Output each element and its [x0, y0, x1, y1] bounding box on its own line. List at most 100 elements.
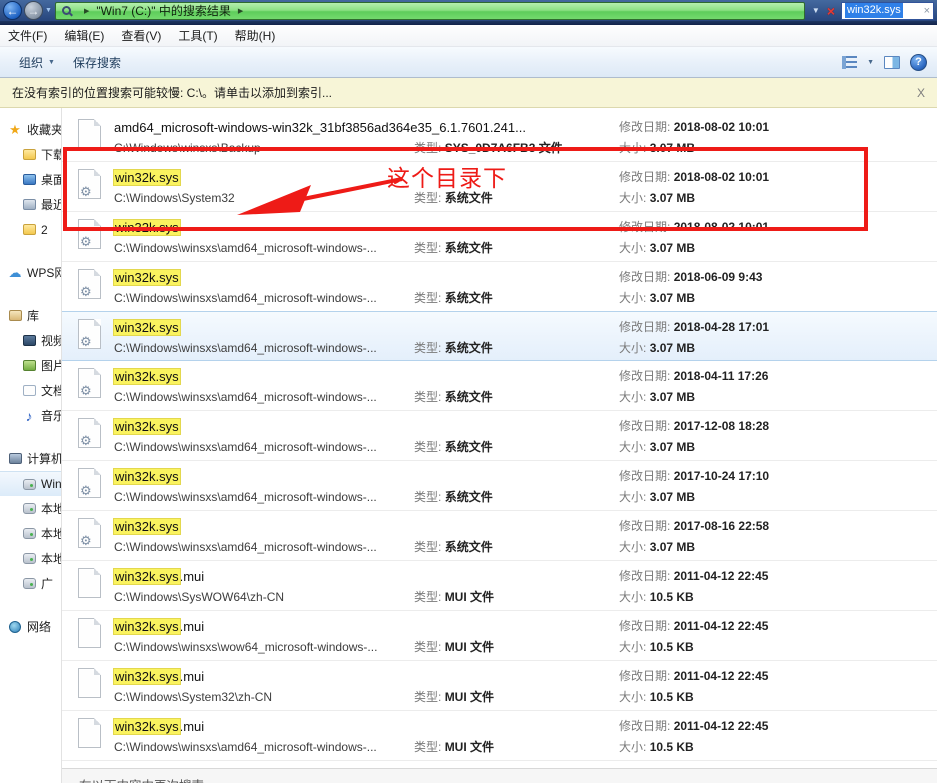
organize-button[interactable]: 组织 ▼ — [10, 50, 64, 75]
table-row[interactable]: win32k.sys.mui C:\Windows\winsxs\amd64_m… — [62, 711, 937, 761]
file-icon-cell: ⚙ — [78, 267, 114, 311]
back-button[interactable]: ← — [3, 1, 22, 20]
size-label: 大小: — [619, 590, 646, 604]
table-row[interactable]: ⚙ win32k.sys C:\Windows\winsxs\amd64_mic… — [62, 262, 937, 312]
table-row[interactable]: ⚙ win32k.sys C:\Windows\winsxs\amd64_mic… — [62, 212, 937, 262]
file-path: C:\Windows\winsxs\amd64_microsoft-window… — [114, 338, 414, 358]
sidebar-item[interactable]: 广 — [0, 571, 61, 596]
file-name-highlight: win32k.sys — [114, 719, 180, 734]
date-label: 修改日期: — [619, 619, 670, 633]
sidebar-item[interactable]: 库 — [0, 303, 61, 328]
file-type-cell: 类型: MUI 文件 — [414, 616, 619, 660]
sidebar-item[interactable]: 文档 — [0, 378, 61, 403]
command-toolbar: 组织 ▼ 保存搜索 ▼ ? — [0, 47, 937, 78]
close-icon[interactable]: X — [917, 86, 925, 100]
clear-search-icon[interactable]: × — [924, 5, 930, 17]
forward-button[interactable]: → — [24, 1, 43, 20]
cloud-icon: ☁ — [8, 266, 22, 280]
table-row[interactable]: win32k.sys.mui C:\Windows\SysWOW64\zh-CN… — [62, 561, 937, 611]
type-label: 类型: — [414, 191, 441, 205]
views-caret-icon[interactable]: ▼ — [867, 59, 874, 66]
save-search-button[interactable]: 保存搜索 — [64, 50, 130, 75]
file-icon-cell: ⚙ — [78, 516, 114, 560]
back-icon: ← — [7, 4, 19, 18]
type-value: MUI 文件 — [445, 640, 494, 654]
sidebar-item[interactable]: 本地磁盘 — [0, 496, 61, 521]
preview-pane-icon[interactable] — [884, 56, 900, 69]
sidebar-item[interactable]: 图片 — [0, 353, 61, 378]
date-value: 2018-08-02 10:01 — [674, 220, 769, 234]
file-name: win32k.sys — [114, 217, 414, 238]
sidebar-item[interactable]: ★收藏夹 — [0, 117, 61, 142]
table-row[interactable]: win32k.sys.mui C:\Windows\System32\zh-CN… — [62, 661, 937, 711]
size-label: 大小: — [619, 141, 646, 155]
file-name-highlight: win32k.sys — [114, 320, 180, 335]
size-value: 3.07 MB — [650, 291, 695, 305]
table-row[interactable]: ⚙ win32k.sys C:\Windows\winsxs\amd64_mic… — [62, 311, 937, 361]
search-input[interactable]: win32k.sys × — [841, 2, 934, 20]
size-value: 3.07 MB — [650, 440, 695, 454]
size-label: 大小: — [619, 690, 646, 704]
file-type-cell: 类型: MUI 文件 — [414, 666, 619, 710]
menu-item[interactable]: 查看(V) — [121, 27, 161, 44]
sidebar-item-label: 下载 — [41, 146, 61, 163]
table-row[interactable]: amd64_microsoft-windows-win32k_31bf3856a… — [62, 112, 937, 162]
breadcrumb[interactable]: "Win7 (C:)" 中的搜索结果 — [96, 2, 231, 19]
sidebar-item[interactable]: 计算机 — [0, 446, 61, 471]
table-row[interactable]: ⚙ win32k.sys C:\Windows\winsxs\amd64_mic… — [62, 361, 937, 411]
file-type-cell: 类型: 系统文件 — [414, 466, 619, 510]
sidebar-item[interactable]: 网络 — [0, 614, 61, 639]
gear-icon: ⚙ — [80, 335, 92, 348]
sidebar-item[interactable]: 桌面 — [0, 167, 61, 192]
table-row[interactable]: ⚙ win32k.sys C:\Windows\System32 类型: 系统文… — [62, 162, 937, 212]
date-label: 修改日期: — [619, 270, 670, 284]
date-label: 修改日期: — [619, 220, 670, 234]
menu-item[interactable]: 帮助(H) — [235, 27, 276, 44]
table-row[interactable]: ⚙ win32k.sys C:\Windows\winsxs\amd64_mic… — [62, 511, 937, 561]
size-value: 10.5 KB — [650, 740, 694, 754]
sidebar-item[interactable]: 本地磁盘 — [0, 521, 61, 546]
sidebar-item[interactable]: 视频 — [0, 328, 61, 353]
file-name: win32k.sys — [114, 516, 414, 537]
type-value: 系统文件 — [445, 241, 493, 255]
file-icon-cell — [78, 616, 114, 660]
date-value: 2017-08-16 22:58 — [674, 519, 769, 533]
menu-item[interactable]: 工具(T) — [178, 27, 217, 44]
address-dropdown-icon[interactable]: ▼ — [807, 6, 825, 15]
file-name-rest: .mui — [180, 719, 205, 734]
menu-item[interactable]: 文件(F) — [8, 27, 47, 44]
address-bar[interactable]: ▶ "Win7 (C:)" 中的搜索结果 ▶ — [55, 2, 805, 20]
history-dropdown-icon[interactable]: ▼ — [45, 7, 52, 14]
file-type-cell: 类型: 系统文件 — [414, 217, 619, 261]
file-icon-cell: ⚙ — [78, 217, 114, 261]
network-icon — [8, 620, 22, 634]
sidebar-item[interactable]: 最近访问的位置 — [0, 192, 61, 217]
table-row[interactable]: ⚙ win32k.sys C:\Windows\winsxs\amd64_mic… — [62, 461, 937, 511]
help-icon[interactable]: ? — [910, 54, 927, 71]
file-meta-cell: 修改日期: 2017-10-24 17:10 大小: 3.07 MB — [619, 466, 937, 510]
index-warning-text: 在没有索引的位置搜索可能较慢: C:\。请单击以添加到索引... — [12, 84, 332, 101]
search-progress-icon — [62, 6, 71, 15]
table-row[interactable]: ⚙ win32k.sys C:\Windows\winsxs\amd64_mic… — [62, 411, 937, 461]
file-icon-cell — [78, 566, 114, 610]
sidebar-item[interactable]: ☁WPS网盘 — [0, 260, 61, 285]
file-icon — [78, 718, 101, 748]
sidebar-item[interactable]: Win7 (C:) — [0, 471, 61, 496]
file-name-highlight: win32k.sys — [114, 669, 180, 684]
sidebar-item[interactable]: ♪音乐 — [0, 403, 61, 428]
type-value: MUI 文件 — [445, 740, 494, 754]
type-value: 系统文件 — [445, 341, 493, 355]
sidebar-item-label: 音乐 — [41, 407, 61, 424]
table-row[interactable]: win32k.sys.mui C:\Windows\winsxs\wow64_m… — [62, 611, 937, 661]
index-warning-bar[interactable]: 在没有索引的位置搜索可能较慢: C:\。请单击以添加到索引... X — [0, 78, 937, 108]
sidebar-item[interactable]: 下载 — [0, 142, 61, 167]
gear-icon: ⚙ — [80, 285, 92, 298]
file-meta-cell: 修改日期: 2017-08-16 22:58 大小: 3.07 MB — [619, 516, 937, 560]
menu-item[interactable]: 编辑(E) — [64, 27, 104, 44]
stop-button[interactable]: × — [825, 3, 841, 19]
sidebar-item[interactable]: 2 — [0, 217, 61, 242]
views-icon[interactable] — [842, 56, 857, 69]
sidebar-item[interactable]: 本地磁盘 — [0, 546, 61, 571]
file-meta-cell: 修改日期: 2018-04-28 17:01 大小: 3.07 MB — [619, 317, 937, 360]
sidebar-item-label: 计算机 — [27, 450, 61, 467]
